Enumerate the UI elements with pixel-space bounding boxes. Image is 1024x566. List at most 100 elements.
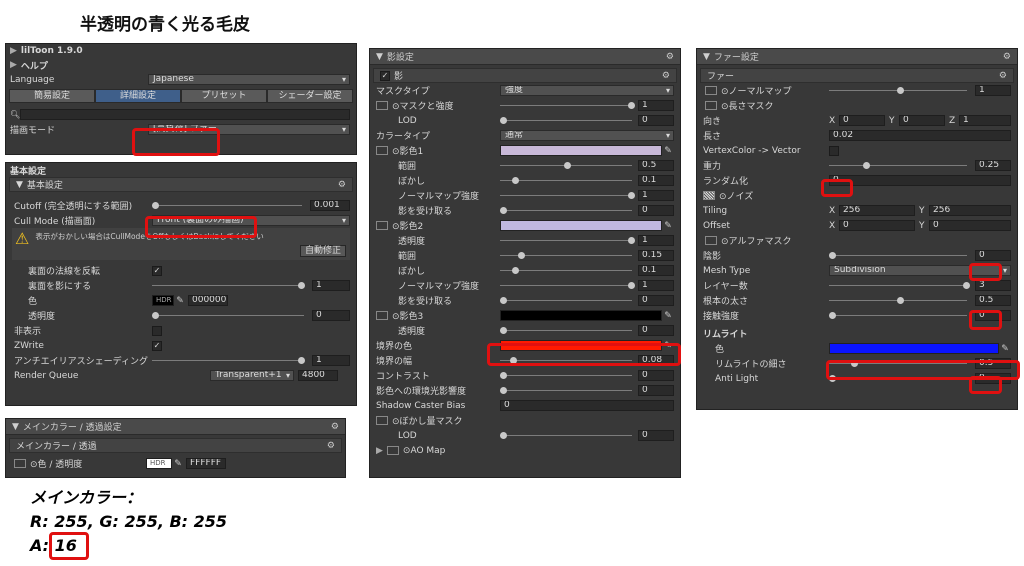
tab-simple[interactable]: 簡易設定 bbox=[9, 89, 95, 103]
fur-header[interactable]: ▼ ファー設定 ⚙ bbox=[697, 49, 1017, 65]
fur-sub-header[interactable]: ファー ⚙ bbox=[700, 68, 1014, 83]
eyedropper-icon[interactable]: ✎ bbox=[172, 459, 184, 469]
s2-trans-slider[interactable] bbox=[500, 233, 638, 248]
offset-x-value[interactable]: 0 bbox=[839, 220, 915, 231]
flip-normal-checkbox[interactable]: ✓ bbox=[152, 265, 162, 276]
lod2-value[interactable]: 0 bbox=[638, 430, 674, 441]
shadow-header[interactable]: ▼ 影設定 ⚙ bbox=[370, 49, 680, 65]
s2-blur-slider[interactable] bbox=[500, 263, 638, 278]
tiling-x-value[interactable]: 256 bbox=[839, 205, 915, 216]
zwrite-checkbox[interactable]: ✓ bbox=[152, 340, 162, 351]
tab-presets[interactable]: プリセット bbox=[181, 89, 267, 103]
texture-slot-icon[interactable] bbox=[376, 416, 388, 425]
s1-normal-value[interactable]: 1 bbox=[638, 190, 674, 201]
texture-slot-icon[interactable] bbox=[376, 146, 388, 155]
s2-receive-slider[interactable] bbox=[500, 293, 638, 308]
s1-receive-slider[interactable] bbox=[500, 203, 638, 218]
color-swatch[interactable]: HDR bbox=[152, 295, 174, 306]
gear-icon[interactable]: ⚙ bbox=[1003, 52, 1011, 62]
eyedropper-icon[interactable]: ✎ bbox=[999, 344, 1011, 354]
s2-receive-value[interactable]: 0 bbox=[638, 295, 674, 306]
dir-y-value[interactable]: 0 bbox=[899, 115, 945, 126]
render-queue-value[interactable]: 4800 bbox=[298, 370, 338, 381]
eyedropper-icon[interactable]: ✎ bbox=[662, 311, 674, 321]
vertex-color-checkbox[interactable] bbox=[829, 145, 839, 156]
eyedropper-icon[interactable]: ✎ bbox=[662, 146, 674, 156]
gear-icon[interactable]: ⚙ bbox=[999, 71, 1007, 81]
tiling-y-value[interactable]: 256 bbox=[929, 205, 1011, 216]
length-value[interactable]: 0.02 bbox=[829, 130, 1011, 141]
dir-z-value[interactable]: 1 bbox=[959, 115, 1011, 126]
gear-icon[interactable]: ⚙ bbox=[338, 180, 346, 190]
render-queue-dropdown[interactable]: Transparent+1 bbox=[210, 370, 294, 381]
tab-advanced[interactable]: 詳細設定 bbox=[95, 89, 181, 103]
main-color-header[interactable]: ▼ メインカラー / 透過設定 ⚙ bbox=[6, 419, 345, 435]
fur-shadow-slider[interactable] bbox=[829, 248, 975, 263]
noise-texture-icon[interactable] bbox=[703, 191, 715, 200]
gear-icon[interactable]: ⚙ bbox=[662, 71, 670, 81]
color-hex[interactable]: 000000 bbox=[188, 295, 228, 306]
root-width-value[interactable]: 0.5 bbox=[975, 295, 1011, 306]
texture-slot-icon[interactable] bbox=[376, 101, 388, 110]
color-type-dropdown[interactable]: 通常 bbox=[500, 130, 674, 141]
s2-blur-value[interactable]: 0.1 bbox=[638, 265, 674, 276]
layers-slider[interactable] bbox=[829, 278, 975, 293]
language-dropdown[interactable]: Japanese bbox=[148, 74, 350, 85]
offset-y-value[interactable]: 0 bbox=[929, 220, 1011, 231]
env-light-value[interactable]: 0 bbox=[638, 385, 674, 396]
back-shadow-value[interactable]: 1 bbox=[312, 280, 350, 291]
s1-normal-slider[interactable] bbox=[500, 188, 638, 203]
main-color-swatch[interactable]: HDR bbox=[146, 458, 172, 469]
liltoon-header[interactable]: ▶ lilToon 1.9.0 bbox=[6, 44, 356, 58]
layers-value[interactable]: 3 bbox=[975, 280, 1011, 291]
lod-slider[interactable] bbox=[500, 113, 638, 128]
main-color-hex[interactable]: FFFFFF bbox=[186, 458, 226, 469]
s1-range-slider[interactable] bbox=[500, 158, 638, 173]
s2-range-slider[interactable] bbox=[500, 248, 638, 263]
hidden-checkbox[interactable] bbox=[152, 325, 162, 336]
mask-strength-value[interactable]: 1 bbox=[638, 100, 674, 111]
lod-value[interactable]: 0 bbox=[638, 115, 674, 126]
auto-fix-button[interactable]: 自動修正 bbox=[299, 245, 346, 257]
help-foldout[interactable]: ▶ ヘルプ bbox=[6, 58, 356, 72]
randomize-value[interactable]: 0 bbox=[829, 175, 1011, 186]
cutoff-slider[interactable] bbox=[152, 198, 310, 213]
gear-icon[interactable]: ⚙ bbox=[331, 422, 339, 432]
texture-slot-icon[interactable] bbox=[14, 459, 26, 468]
eyedropper-icon[interactable]: ✎ bbox=[662, 221, 674, 231]
s1-range-value[interactable]: 0.5 bbox=[638, 160, 674, 171]
s1-receive-value[interactable]: 0 bbox=[638, 205, 674, 216]
texture-slot-icon[interactable] bbox=[705, 236, 717, 245]
texture-slot-icon[interactable] bbox=[376, 311, 388, 320]
gravity-slider[interactable] bbox=[829, 158, 975, 173]
cutoff-value[interactable]: 0.001 bbox=[310, 200, 350, 211]
texture-slot-icon[interactable] bbox=[376, 221, 388, 230]
shadow3-color-bar[interactable] bbox=[500, 310, 662, 321]
basic-sub-header[interactable]: ▼ 基本設定 ⚙ bbox=[9, 177, 353, 192]
gear-icon[interactable]: ⚙ bbox=[666, 52, 674, 62]
s3-trans-value[interactable]: 0 bbox=[638, 325, 674, 336]
mask-strength-slider[interactable] bbox=[500, 98, 638, 113]
shadow-enable-checkbox[interactable]: ✓ bbox=[380, 70, 390, 81]
main-color-sub-header[interactable]: メインカラー / 透過 ⚙ bbox=[9, 438, 342, 453]
shadow-sub-header[interactable]: ✓ 影 ⚙ bbox=[373, 68, 677, 83]
back-shadow-slider[interactable] bbox=[152, 278, 312, 293]
texture-slot-icon[interactable] bbox=[386, 446, 399, 455]
touch-strength-slider[interactable] bbox=[829, 308, 975, 323]
aa-value[interactable]: 1 bbox=[312, 355, 350, 366]
dir-x-value[interactable]: 0 bbox=[839, 115, 885, 126]
transparency-slider[interactable] bbox=[152, 308, 312, 323]
s3-trans-slider[interactable] bbox=[500, 323, 638, 338]
eyedropper-icon[interactable]: ✎ bbox=[174, 296, 186, 306]
s1-blur-value[interactable]: 0.1 bbox=[638, 175, 674, 186]
tab-shader-settings[interactable]: シェーダー設定 bbox=[267, 89, 353, 103]
texture-slot-icon[interactable] bbox=[705, 101, 717, 110]
env-light-slider[interactable] bbox=[500, 383, 638, 398]
s2-range-value[interactable]: 0.15 bbox=[638, 250, 674, 261]
gravity-value[interactable]: 0.25 bbox=[975, 160, 1011, 171]
rim-color-bar[interactable] bbox=[829, 343, 999, 354]
contrast-slider[interactable] bbox=[500, 368, 638, 383]
s2-normal-slider[interactable] bbox=[500, 278, 638, 293]
s1-blur-slider[interactable] bbox=[500, 173, 638, 188]
texture-slot-icon[interactable] bbox=[705, 86, 717, 95]
